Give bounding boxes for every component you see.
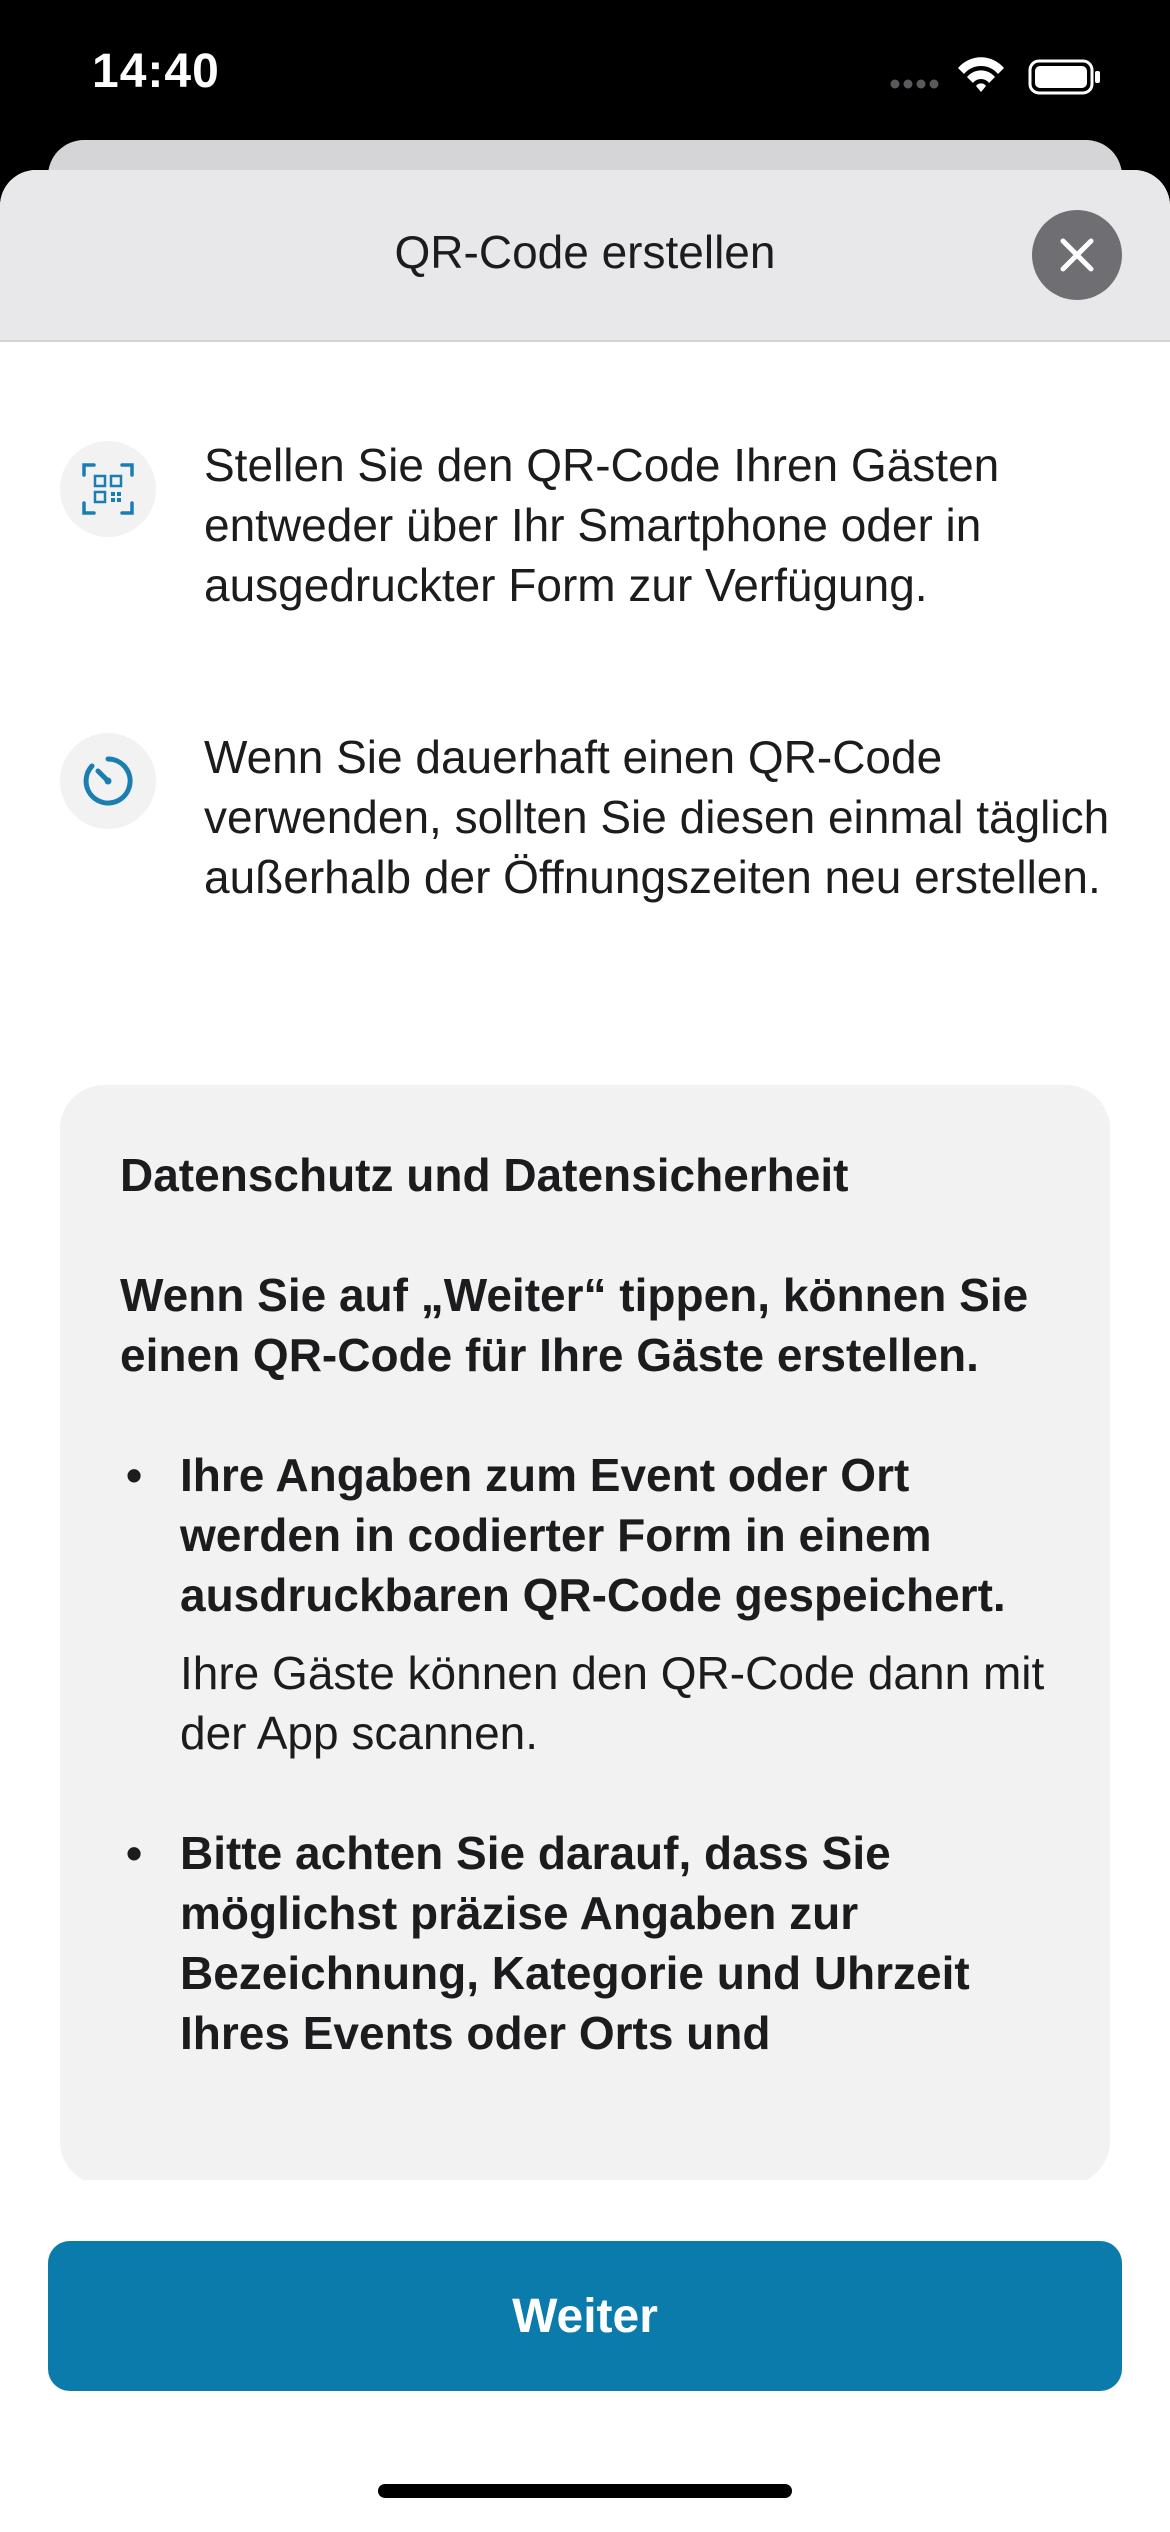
privacy-title: Datenschutz und Datensicherheit: [120, 1149, 849, 1201]
privacy-content: Datenschutz und Datensicherheit Wenn Sie…: [120, 1145, 1060, 2123]
close-button[interactable]: [1032, 210, 1122, 300]
privacy-bullet-bold: Ihre Angaben zum Event oder Ort werden i…: [180, 1449, 1006, 1621]
info-text-renew: Wenn Sie dauerhaft einen QR-Code verwend…: [204, 731, 1110, 903]
close-icon: [1060, 238, 1094, 272]
continue-button[interactable]: Weiter: [48, 2241, 1122, 2391]
qr-code-icon: [82, 463, 134, 515]
battery-icon: [1028, 59, 1100, 95]
info-icon-badge: [60, 733, 156, 829]
status-icons: [870, 52, 1170, 102]
privacy-intro: Wenn Sie auf „Weiter“ tippen, können Sie…: [120, 1269, 1029, 1381]
privacy-bullet-sub: Ihre Gäste können den QR-Code dann mit d…: [180, 1647, 1045, 1759]
bullet-dot: •: [126, 1827, 143, 1879]
bottom-bar: Weiter: [0, 2180, 1170, 2532]
modal-sheet: QR-Code erstellen Stellen Sie den QR-Cod…: [0, 170, 1170, 2532]
sheet-header: QR-Code erstellen: [0, 170, 1170, 342]
privacy-card: Datenschutz und Datensicherheit Wenn Sie…: [60, 1085, 1110, 2185]
sheet-title: QR-Code erstellen: [394, 226, 776, 278]
signal-dots-icon: [890, 57, 1100, 95]
privacy-bullet: • Ihre Angaben zum Event oder Ort werden…: [120, 1445, 1060, 1763]
home-indicator[interactable]: [378, 2484, 792, 2498]
privacy-bullet-bold: Bitte achten Sie darauf, dass Sie möglic…: [180, 1827, 970, 2059]
info-item-share: Stellen Sie den QR-Code Ihren Gästen ent…: [60, 435, 1110, 635]
privacy-bullet: • Bitte achten Sie darauf, dass Sie mögl…: [120, 1823, 1060, 2063]
info-item-renew: Wenn Sie dauerhaft einen QR-Code verwend…: [60, 727, 1110, 987]
info-icon-badge: [60, 441, 156, 537]
status-bar: 14:40: [0, 0, 1170, 150]
info-text-share: Stellen Sie den QR-Code Ihren Gästen ent…: [204, 439, 1000, 611]
timer-icon: [83, 756, 133, 806]
bullet-dot: •: [126, 1449, 143, 1501]
status-time: 14:40: [92, 45, 220, 98]
wifi-icon: [958, 57, 1004, 92]
